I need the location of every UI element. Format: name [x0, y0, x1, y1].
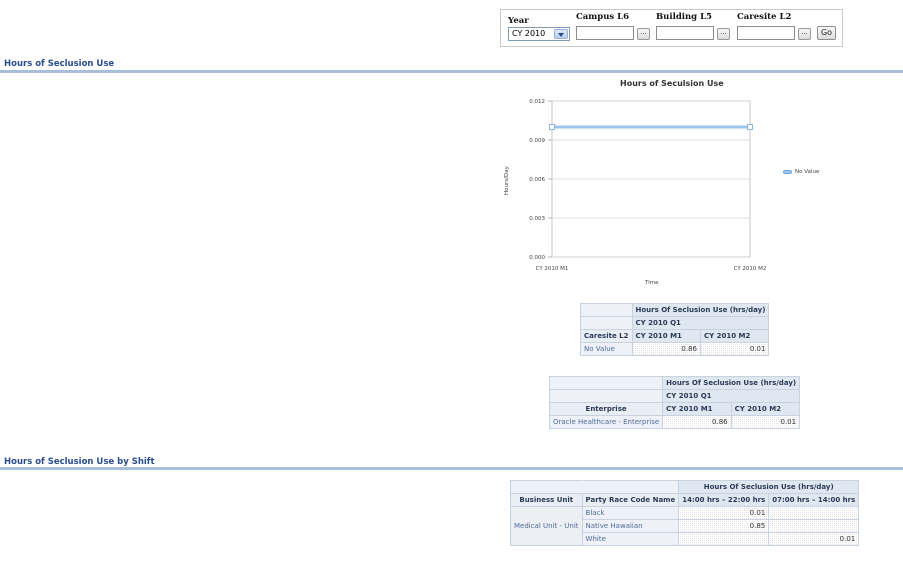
pivot-table-shift: Hours Of Seclusion Use (hrs/day) Busines… [510, 480, 860, 546]
row-label[interactable]: No Value [580, 342, 633, 356]
measure-header: Hours Of Seclusion Use (hrs/day) [662, 376, 801, 390]
row-label[interactable]: White [581, 532, 680, 546]
value-cell: 0.86 [631, 342, 701, 356]
year-select[interactable]: CY 2010 [508, 27, 570, 41]
row-header: Enterprise [548, 402, 664, 416]
column-header: CY 2010 M2 [699, 329, 770, 343]
section-divider [0, 467, 903, 470]
row-label[interactable]: Native Hawaiian [581, 519, 680, 533]
value-cell: 0.85 [678, 519, 770, 533]
row-header: Caresite L2 [580, 329, 633, 343]
value-cell: 0.01 [730, 415, 801, 429]
value-cell: 0.01 [699, 342, 770, 356]
corner-cell [548, 389, 664, 403]
y-axis-title: Hours/Day [504, 166, 510, 195]
row-label[interactable]: Black [581, 506, 680, 520]
corner-cell [548, 376, 664, 390]
building-input[interactable] [656, 26, 714, 40]
measure-header: Hours Of Seclusion Use (hrs/day) [678, 480, 860, 494]
campus-input[interactable] [576, 26, 634, 40]
line-chart: 0.000 0.003 0.006 0.009 0.012 CY 2010 M1 CY 20… [529, 99, 767, 272]
column-header: CY 2010 M1 [662, 402, 732, 416]
chart-title: Hours of Seculsion Use [620, 79, 724, 88]
column-header: CY 2010 M2 [730, 402, 801, 416]
x-tick-label: CY 2010 M2 [734, 266, 767, 272]
year-select-value: CY 2010 [512, 29, 546, 38]
legend-swatch [783, 170, 792, 174]
row-header: Business Unit [510, 493, 583, 507]
y-tick-label: 0.006 [529, 177, 545, 183]
x-tick-label: CY 2010 M1 [536, 266, 569, 272]
caresite-browse-button[interactable]: ... [798, 28, 811, 40]
chart-legend: No Value [783, 169, 819, 175]
corner-cell [580, 316, 633, 330]
building-label: Building L5 [656, 12, 712, 22]
campus-browse-button[interactable]: ... [637, 28, 650, 40]
value-cell: 0.01 [678, 506, 770, 520]
section-divider [0, 70, 903, 73]
quarter-header: CY 2010 Q1 [631, 316, 770, 330]
y-tick-label: 0.012 [529, 99, 545, 105]
column-header: 07:00 hrs – 14:00 hrs [768, 493, 860, 507]
caresite-label: Caresite L2 [737, 12, 792, 22]
pivot-table-caresite: Hours Of Seclusion Use (hrs/day) CY 2010… [580, 303, 770, 356]
corner-cell [510, 480, 583, 494]
section-title-by-shift: Hours of Seclusion Use by Shift [4, 457, 155, 467]
chevron-down-icon[interactable] [554, 29, 568, 39]
corner-cell [580, 303, 633, 317]
table-row: Medical Unit - Unit Black 0.01 [510, 506, 860, 546]
table-row: No Value 0.86 0.01 [580, 342, 770, 356]
y-tick-label: 0.009 [529, 138, 545, 144]
section-title-seclusion: Hours of Seclusion Use [4, 59, 115, 69]
building-browse-button[interactable]: ... [717, 28, 730, 40]
pivot-table-enterprise: Hours Of Seclusion Use (hrs/day) CY 2010… [548, 376, 801, 429]
go-button[interactable]: Go [817, 26, 836, 40]
campus-label: Campus L6 [576, 12, 630, 22]
series-point [549, 124, 555, 130]
x-axis-title: Time [645, 280, 659, 286]
caresite-input[interactable] [737, 26, 795, 40]
year-label: Year [508, 16, 529, 26]
value-cell [678, 532, 770, 546]
value-cell [768, 519, 860, 533]
legend-label: No Value [795, 169, 820, 175]
column-header: 14:00 hrs – 22:00 hrs [678, 493, 770, 507]
value-cell: 0.86 [662, 415, 732, 429]
y-tick-label: 0.000 [529, 255, 545, 261]
prompt-bar: Year CY 2010 Campus L6 ... Building L5 .… [500, 9, 843, 47]
corner-cell [581, 480, 680, 494]
group-label[interactable]: Medical Unit - Unit [510, 506, 583, 546]
measure-header: Hours Of Seclusion Use (hrs/day) [631, 303, 770, 317]
table-row: Oracle Healthcare - Enterprise 0.86 0.01 [548, 415, 801, 429]
value-cell [768, 506, 860, 520]
value-cell: 0.01 [768, 532, 860, 546]
y-tick-label: 0.003 [529, 216, 545, 222]
quarter-header: CY 2010 Q1 [662, 389, 801, 403]
row-label[interactable]: Oracle Healthcare - Enterprise [548, 415, 664, 429]
column-header: CY 2010 M1 [631, 329, 701, 343]
series-point [747, 124, 753, 130]
row-header: Party Race Code Name [581, 493, 680, 507]
